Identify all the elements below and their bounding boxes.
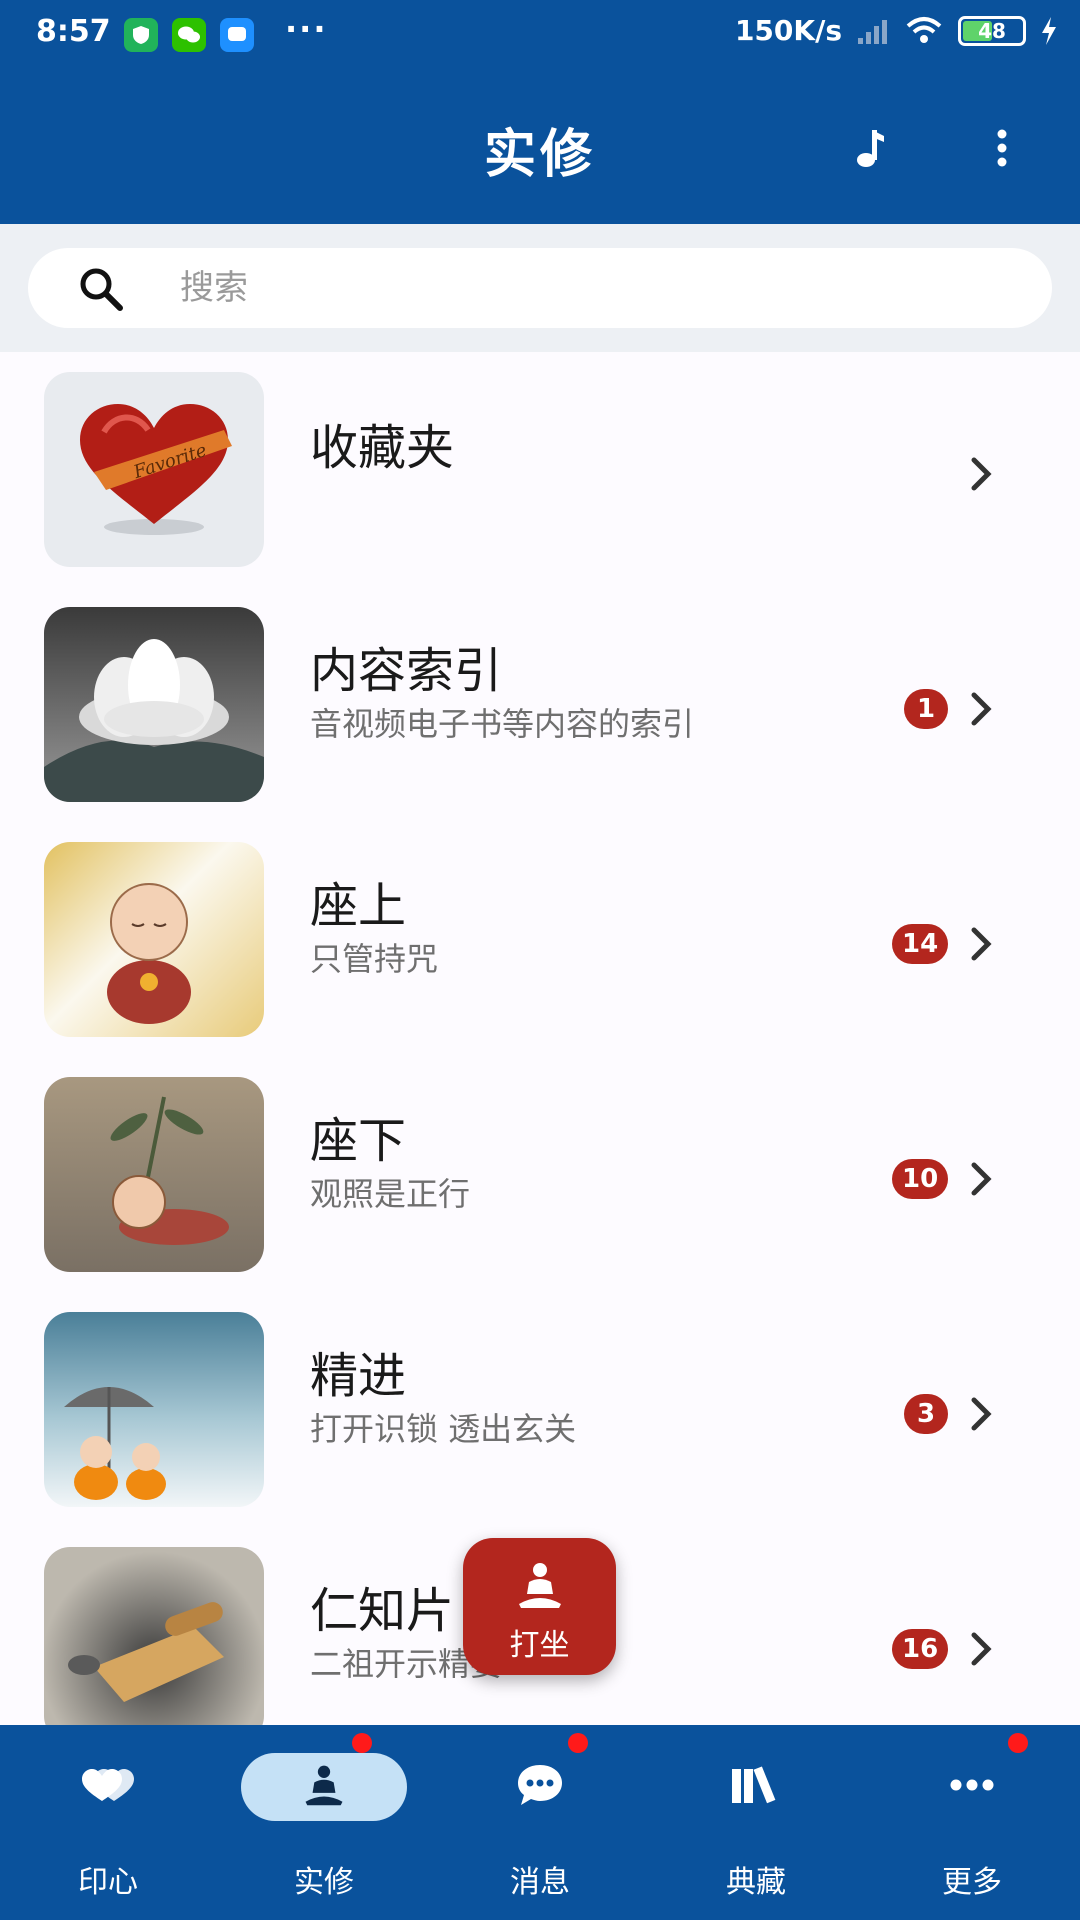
list-item-favorites[interactable]: Favorite 收藏夹 [0, 352, 1080, 587]
page-title: 实修 [483, 125, 596, 185]
status-bar: 8:57 ··· 150K/s 48 [0, 0, 1080, 70]
meditation-icon [519, 1563, 561, 1608]
item-title: 仁知片 [310, 1583, 455, 1639]
chat-icon [510, 1755, 570, 1815]
search-bar [0, 224, 1080, 352]
status-right: 150K/s 48 [735, 14, 1058, 47]
chevron-right-icon [971, 1632, 992, 1666]
chevron-right-icon [971, 1397, 992, 1431]
count-badge: 10 [892, 1159, 949, 1199]
item-subtitle: 音视频电子书等内容的索引 [310, 705, 695, 743]
chevron-right-icon [971, 692, 992, 726]
books-icon [726, 1755, 786, 1815]
fab-label: 打坐 [509, 1628, 570, 1663]
list-item-jingjin[interactable]: 精进 打开识锁 透出玄关 3 [0, 1292, 1080, 1527]
nav-label: 消息 [510, 1865, 570, 1900]
list-item-zuoxia[interactable]: 座下 观照是正行 10 [0, 1057, 1080, 1292]
list-item-zuoshang[interactable]: 座上 只管持咒 14 [0, 822, 1080, 1057]
more-vert-icon [997, 129, 1007, 167]
nav-item-xiaoxi[interactable]: 消息 [432, 1725, 648, 1920]
chevron-right-icon [971, 1162, 992, 1196]
nav-label: 典藏 [726, 1865, 786, 1900]
music-button[interactable] [840, 118, 900, 178]
item-subtitle: 打开识锁 透出玄关 [310, 1410, 577, 1448]
more-icon [942, 1755, 1002, 1815]
nav-item-gengduo[interactable]: 更多 [864, 1725, 1080, 1920]
count-badge: 1 [904, 689, 948, 729]
monk-meditating-thumbnail [44, 842, 264, 1037]
meditation-icon [294, 1755, 354, 1815]
item-subtitle: 观照是正行 [310, 1175, 471, 1213]
nav-label: 印心 [78, 1865, 138, 1900]
notification-dot [1008, 1733, 1028, 1753]
item-subtitle: 只管持咒 [310, 940, 439, 978]
nav-item-shixiu[interactable]: 实修 [216, 1725, 432, 1920]
wechat-app-icon [172, 18, 206, 52]
status-time: 8:57 [36, 14, 111, 49]
meditate-fab[interactable]: 打坐 [463, 1538, 616, 1675]
wifi-icon [906, 16, 942, 43]
battery-level: 48 [978, 18, 1006, 43]
item-title: 收藏夹 [310, 420, 455, 476]
count-badge: 16 [892, 1629, 949, 1669]
chevron-right-icon [971, 457, 992, 491]
favorite-heart-thumbnail: Favorite [44, 372, 264, 567]
bottom-navigation: 印心 实修 消息 典藏 更多 [0, 1725, 1080, 1920]
item-title: 内容索引 [310, 643, 503, 699]
hearts-icon [78, 1755, 138, 1815]
list-item-content-index[interactable]: 内容索引 音视频电子书等内容的索引 1 [0, 587, 1080, 822]
network-speed: 150K/s [734, 14, 842, 47]
monk-resting-thumbnail [44, 1077, 264, 1272]
lotus-thumbnail [44, 607, 264, 802]
cellular-signal-icon [858, 19, 887, 44]
app-bar: 8:57 ··· 150K/s 48 实修 [0, 0, 1080, 224]
chevron-right-icon [971, 927, 992, 961]
notification-dot [352, 1733, 372, 1753]
nav-item-diancang[interactable]: 典藏 [648, 1725, 864, 1920]
item-title: 座上 [310, 878, 407, 934]
charging-icon [1042, 16, 1056, 45]
search-icon [80, 268, 123, 311]
count-badge: 3 [904, 1394, 948, 1434]
item-title: 座下 [310, 1113, 407, 1169]
scroll-thumbnail [44, 1547, 264, 1742]
security-app-icon [124, 18, 158, 52]
nav-item-yinxin[interactable]: 印心 [0, 1725, 216, 1920]
search-input[interactable] [180, 260, 1000, 316]
overflow-menu-button[interactable] [972, 118, 1032, 178]
notification-icons [124, 18, 254, 52]
battery-icon: 48 [958, 15, 1026, 46]
monks-umbrella-thumbnail [44, 1312, 264, 1507]
nav-label: 更多 [942, 1865, 1002, 1900]
message-app-icon [220, 18, 254, 52]
music-note-icon [857, 130, 884, 167]
item-title: 精进 [310, 1348, 407, 1404]
search-box[interactable] [28, 248, 1052, 328]
notification-dot [568, 1733, 588, 1753]
more-notifications-icon: ··· [285, 10, 328, 48]
nav-label: 实修 [294, 1865, 354, 1900]
count-badge: 14 [892, 924, 949, 964]
